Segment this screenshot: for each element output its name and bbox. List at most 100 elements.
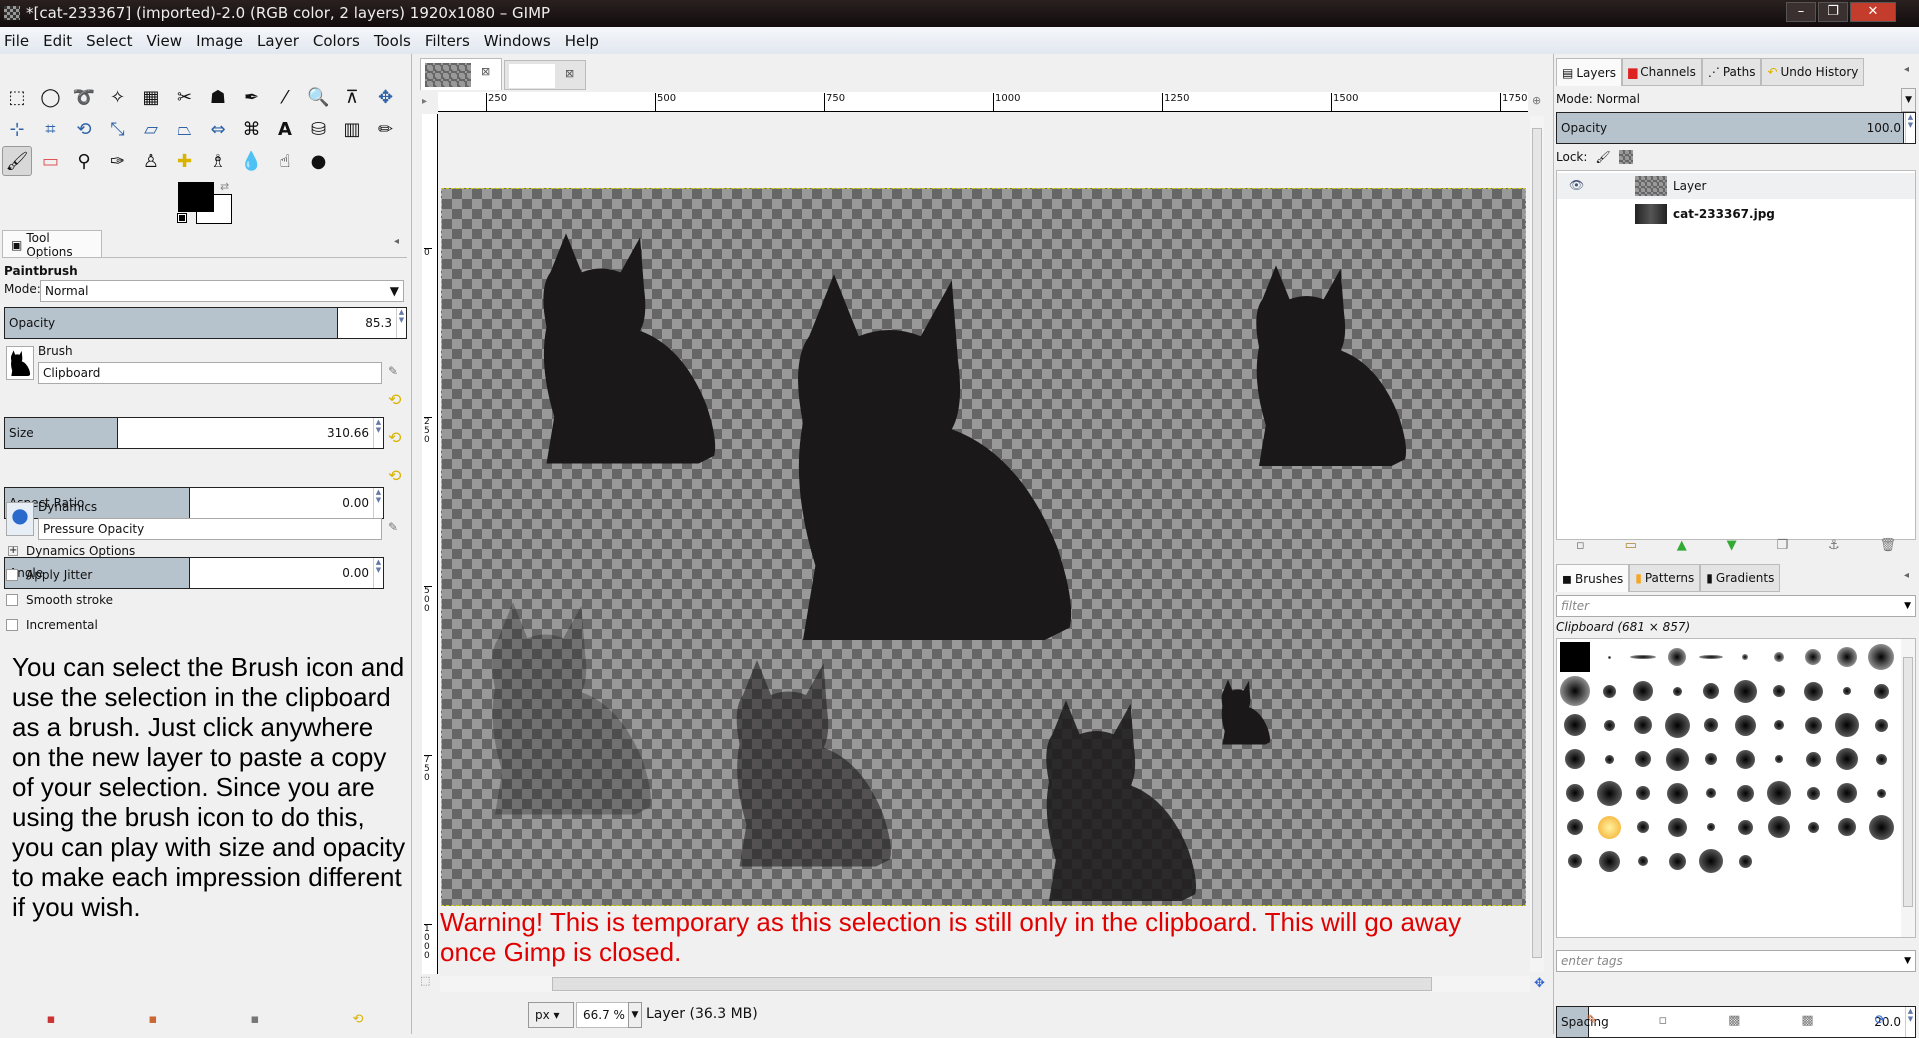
brush-thumbnail[interactable] <box>1559 675 1591 707</box>
tab-paths[interactable]: ⋰ Paths <box>1701 58 1762 86</box>
perspective-clone-tool-icon[interactable]: ♗ <box>203 146 233 176</box>
brush-thumbnail[interactable] <box>1661 811 1693 843</box>
brush-thumbnail[interactable] <box>1559 845 1591 877</box>
brush-thumbnail[interactable] <box>1831 675 1863 707</box>
brush-thumbnail[interactable] <box>1593 743 1625 775</box>
brush-thumbnail[interactable] <box>1831 743 1863 775</box>
image-tab-active[interactable]: ⊠ <box>420 58 502 90</box>
fuzzy-select-tool-icon[interactable]: ✧ <box>103 82 133 112</box>
brush-thumbnail[interactable] <box>1729 811 1761 843</box>
raise-layer-icon[interactable]: ▲ <box>1677 538 1687 553</box>
layer-mode-select[interactable]: Mode: Normal ▼ <box>1556 88 1916 112</box>
lock-pixels-icon[interactable]: 🖌 <box>1595 150 1610 164</box>
eraser-tool-icon[interactable]: ▭ <box>36 146 66 176</box>
brush-scrollbar[interactable] <box>1901 639 1915 937</box>
brush-tags-input[interactable]: enter tags ▼ <box>1556 950 1916 972</box>
restore-options-icon[interactable]: ▪ <box>149 1012 158 1027</box>
close-tab-icon[interactable]: ⊠ <box>481 65 490 78</box>
brush-thumbnail[interactable] <box>1559 641 1591 673</box>
brush-thumbnail[interactable] <box>1593 777 1625 809</box>
panel-menu-icon[interactable]: ◂ <box>394 236 399 247</box>
brush-thumbnail[interactable] <box>1695 709 1727 741</box>
swap-colors-icon[interactable]: ⇄ <box>220 180 229 193</box>
brush-thumbnail[interactable] <box>1831 641 1863 673</box>
perspective-tool-icon[interactable]: ⏢ <box>170 114 200 144</box>
brush-thumbnail[interactable] <box>1729 743 1761 775</box>
flip-tool-icon[interactable]: ⇔ <box>203 114 233 144</box>
dodge-burn-tool-icon[interactable]: ● <box>304 146 334 176</box>
brush-thumbnail[interactable] <box>1627 777 1659 809</box>
zoom-fit-icon[interactable]: ⊕ <box>1532 94 1541 107</box>
brush-thumbnail[interactable] <box>1729 845 1761 877</box>
brush-thumbnail[interactable] <box>1763 743 1795 775</box>
brush-thumbnail[interactable] <box>1831 811 1863 843</box>
reset-options-icon[interactable]: ⟲ <box>352 1012 363 1027</box>
brush-thumbnail[interactable] <box>1627 743 1659 775</box>
brush-thumbnail[interactable] <box>1729 777 1761 809</box>
bucket-fill-tool-icon[interactable]: ⛁ <box>304 114 334 144</box>
edit-dynamics-icon[interactable]: ✎ <box>388 520 398 534</box>
save-options-icon[interactable]: ▪ <box>47 1012 56 1027</box>
size-spinner[interactable]: ▲ ▼ <box>373 418 383 448</box>
pencil-tool-icon[interactable]: ✏ <box>371 114 401 144</box>
canvas-image[interactable] <box>441 188 1526 906</box>
move-tool-icon[interactable]: ✥ <box>371 82 401 112</box>
unit-select[interactable]: px ▾ <box>528 1002 574 1028</box>
brush-thumbnail[interactable] <box>1865 743 1897 775</box>
brush-thumbnail[interactable] <box>1661 709 1693 741</box>
tab-gradients[interactable]: ▮ Gradients <box>1700 564 1781 592</box>
menu-image[interactable]: Image <box>196 32 243 50</box>
rect-select-tool-icon[interactable]: ⬚ <box>2 82 32 112</box>
brush-thumbnail[interactable] <box>1661 743 1693 775</box>
brush-field[interactable]: Clipboard <box>38 362 382 384</box>
brush-thumbnail[interactable] <box>1763 811 1795 843</box>
reset-aspect-icon[interactable]: ⟲ <box>388 428 401 447</box>
brush-thumbnail[interactable] <box>1559 743 1591 775</box>
smudge-tool-icon[interactable]: ☝ <box>270 146 300 176</box>
brush-thumbnail[interactable] <box>1763 777 1795 809</box>
menu-colors[interactable]: Colors <box>313 32 360 50</box>
dynamics-options-expander[interactable]: + Dynamics Options <box>8 544 135 558</box>
edit-brush-icon[interactable]: ✎ <box>1586 1013 1597 1028</box>
brush-thumbnail[interactable] <box>1593 845 1625 877</box>
brush-thumbnail[interactable] <box>1729 641 1761 673</box>
zoom-dropdown[interactable]: ▼ <box>628 1002 642 1028</box>
tab-layers[interactable]: ▤ Layers <box>1556 58 1623 86</box>
brush-thumbnail[interactable] <box>1627 641 1659 673</box>
delete-brush-icon[interactable]: ▩ <box>1801 1013 1813 1028</box>
zoom-field[interactable]: 66.7 % <box>576 1002 636 1028</box>
cage-transform-tool-icon[interactable]: ⌘ <box>237 114 267 144</box>
brush-thumbnail[interactable] <box>1627 675 1659 707</box>
brush-thumbnail[interactable] <box>1695 845 1727 877</box>
brush-thumbnail[interactable] <box>1627 845 1659 877</box>
heal-tool-icon[interactable]: ✚ <box>170 146 200 176</box>
brush-thumbnail[interactable] <box>1695 675 1727 707</box>
scissors-tool-icon[interactable]: ✂ <box>170 82 200 112</box>
delete-layer-icon[interactable]: 🗑 <box>1880 538 1897 553</box>
tab-tool-options[interactable]: ▣ Tool Options <box>2 230 102 259</box>
text-tool-icon[interactable]: A <box>270 114 300 144</box>
brush-thumbnail[interactable] <box>1797 709 1829 741</box>
brush-thumbnail[interactable] <box>1593 641 1625 673</box>
menu-file[interactable]: File <box>4 32 29 50</box>
menu-tools[interactable]: Tools <box>374 32 411 50</box>
menu-help[interactable]: Help <box>565 32 599 50</box>
brush-thumbnail[interactable] <box>1729 709 1761 741</box>
brush-thumbnail[interactable] <box>1763 641 1795 673</box>
horizontal-scroll-thumb[interactable] <box>552 977 1432 991</box>
apply-jitter-checkbox[interactable]: Apply Jitter <box>6 568 92 582</box>
brush-thumbnail[interactable] <box>1729 675 1761 707</box>
delete-options-icon[interactable]: ▪ <box>251 1012 260 1027</box>
panel-menu-icon[interactable]: ◂ <box>1904 570 1909 581</box>
eye-icon[interactable]: 👁 <box>1569 178 1584 192</box>
duplicate-layer-icon[interactable]: ❐ <box>1776 538 1788 553</box>
brush-thumbnail[interactable] <box>1831 709 1863 741</box>
lock-alpha-icon[interactable] <box>1618 150 1633 164</box>
dynamics-preview-button[interactable]: ● <box>6 502 34 536</box>
brush-thumbnail[interactable] <box>1559 777 1591 809</box>
brush-thumbnail[interactable] <box>1695 743 1727 775</box>
brush-thumbnail[interactable] <box>1661 777 1693 809</box>
minimize-button[interactable]: – <box>1786 2 1816 22</box>
brush-thumbnail[interactable] <box>1763 709 1795 741</box>
maximize-button[interactable]: ❐ <box>1818 2 1848 22</box>
